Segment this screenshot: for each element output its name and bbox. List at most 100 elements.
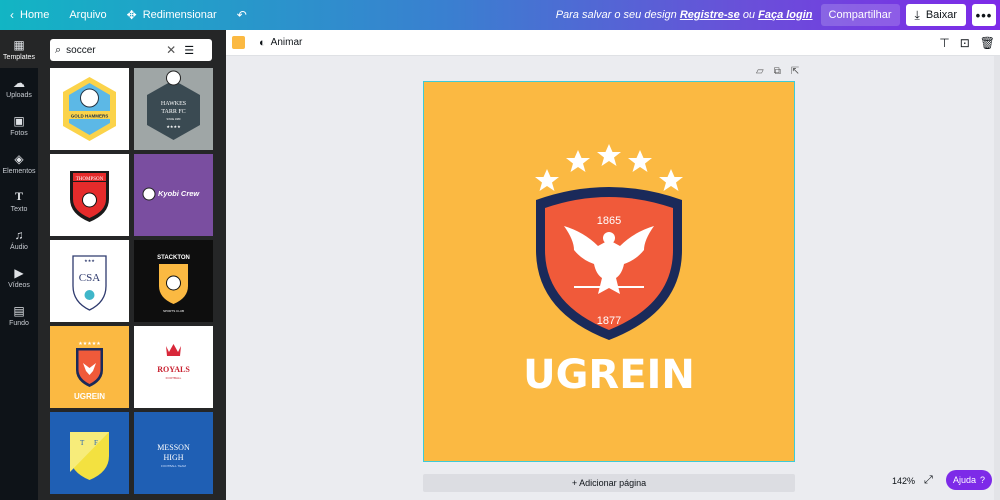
rail-label: Elementos bbox=[2, 167, 36, 175]
undo-button[interactable]: ↶ bbox=[227, 0, 263, 30]
template-card[interactable]: MESSON HIGH FOOTBALL TEAM bbox=[134, 412, 213, 494]
help-label: Ajuda bbox=[952, 475, 976, 485]
rail-item-videos[interactable]: ▶ Vídeos bbox=[0, 258, 38, 296]
animate-label: Animar bbox=[270, 37, 303, 48]
home-button[interactable]: ‹ Home bbox=[0, 0, 59, 30]
animate-icon: ◐ bbox=[259, 36, 266, 49]
template-stars: ★★★★★ bbox=[78, 341, 101, 347]
template-caption: SPORTS CLUB bbox=[163, 309, 184, 313]
template-card[interactable]: ★★★ CSA bbox=[50, 240, 129, 322]
template-thumbnail: STACKTON SPORTS CLUB bbox=[134, 240, 213, 322]
search-icon: ⌕ bbox=[55, 43, 62, 56]
login-link[interactable]: Faça login bbox=[758, 9, 812, 21]
rail-label: Vídeos bbox=[8, 281, 30, 289]
download-icon: ⤓ bbox=[914, 7, 920, 22]
top-bar: ‹ Home Arquivo ✥ Redimensionar ↶ Para sa… bbox=[0, 0, 1000, 30]
save-message-text: Para salvar o seu design bbox=[555, 9, 677, 21]
note-icon[interactable]: ▱ bbox=[756, 66, 764, 77]
file-menu-button[interactable]: Arquivo bbox=[59, 0, 116, 30]
download-button[interactable]: ⤓ Baixar bbox=[905, 4, 966, 26]
video-icon: ▶ bbox=[14, 265, 24, 280]
duplicate-page-icon[interactable]: ⧉ bbox=[774, 66, 781, 77]
lock-icon[interactable]: ⊡ bbox=[960, 36, 970, 50]
rail-item-text[interactable]: T Texto bbox=[0, 182, 38, 220]
question-icon: ? bbox=[980, 475, 986, 485]
rail-item-photos[interactable]: ▣ Fotos bbox=[0, 106, 38, 144]
template-card[interactable]: STACKTON SPORTS CLUB bbox=[134, 240, 213, 322]
add-page-icon[interactable]: ⇱ bbox=[791, 66, 799, 77]
home-label: Home bbox=[20, 9, 50, 21]
rail-label: Templates bbox=[3, 53, 35, 61]
template-initial: T bbox=[80, 439, 85, 447]
template-caption: FOOTBALL TEAM bbox=[161, 464, 186, 468]
search-input[interactable] bbox=[66, 44, 163, 56]
register-link[interactable]: Registre-se bbox=[680, 9, 740, 21]
elements-icon: ◈ bbox=[14, 151, 24, 166]
logo-design: 1865 1877 UGREIN bbox=[424, 82, 794, 461]
zoom-level[interactable]: 142% bbox=[892, 476, 915, 486]
page-tools: ▱ ⧉ ⇱ bbox=[746, 66, 799, 77]
rail-item-templates[interactable]: ▦ Templates bbox=[0, 30, 38, 68]
template-title: MESSON bbox=[157, 443, 190, 452]
template-thumbnail: ROYALS FOOTBALL bbox=[134, 326, 213, 408]
team-name: UGREIN bbox=[523, 352, 695, 398]
more-options-button[interactable]: ••• bbox=[972, 4, 996, 26]
template-stars: ★★★ bbox=[84, 258, 95, 263]
or-text: ou bbox=[742, 9, 756, 21]
rail-label: Texto bbox=[10, 206, 28, 213]
template-stars: ★★★★ bbox=[166, 124, 181, 129]
text-icon: T bbox=[14, 189, 23, 203]
template-title: HAWKES bbox=[161, 101, 186, 107]
side-rail: ▦ Templates ☁ Uploads ▣ Fotos ◈ Elemento… bbox=[0, 30, 38, 500]
resize-button[interactable]: ✥ Redimensionar bbox=[117, 0, 227, 30]
rail-item-audio[interactable]: ♫ Áudio bbox=[0, 220, 38, 258]
template-thumbnail: Kyobi Crew bbox=[134, 154, 213, 236]
add-page-button[interactable]: + Adicionar página bbox=[423, 474, 795, 492]
rail-item-background[interactable]: ▤ Fundo bbox=[0, 296, 38, 334]
animate-button[interactable]: ◐ Animar bbox=[259, 37, 302, 49]
upload-icon: ☁ bbox=[13, 75, 25, 90]
design-canvas[interactable]: 1865 1877 UGREIN bbox=[423, 81, 795, 462]
template-subtitle: HIGH bbox=[164, 453, 184, 462]
template-card[interactable]: THOMPSON bbox=[50, 154, 129, 236]
rail-label: Uploads bbox=[6, 91, 32, 99]
template-card[interactable]: ROYALS FOOTBALL bbox=[134, 326, 213, 408]
template-title: CSA bbox=[79, 272, 100, 284]
download-label: Baixar bbox=[925, 9, 957, 21]
rail-item-elements[interactable]: ◈ Elementos bbox=[0, 144, 38, 182]
pattern-icon: ▤ bbox=[13, 303, 25, 318]
template-title: ROYALS bbox=[157, 365, 190, 374]
vertical-scrollbar[interactable] bbox=[994, 56, 1000, 500]
share-button[interactable]: Compartilhar bbox=[820, 4, 900, 26]
template-thumbnail: ★★★ CSA bbox=[50, 240, 129, 322]
template-card[interactable]: GOLD HAMMERS bbox=[50, 68, 129, 150]
search-bar: ⌕ ✕ ☰ bbox=[50, 39, 212, 61]
template-initial: F bbox=[94, 439, 98, 447]
music-icon: ♫ bbox=[14, 227, 24, 242]
rail-item-uploads[interactable]: ☁ Uploads bbox=[0, 68, 38, 106]
template-card[interactable]: Kyobi Crew bbox=[134, 154, 213, 236]
rail-label: Áudio bbox=[10, 243, 28, 251]
template-card[interactable]: HAWKES TARR FC SINCE 1989 ★★★★ bbox=[134, 68, 213, 150]
editor-toolbar: ◐ Animar ⊤ ⊡ 🗑 bbox=[226, 30, 1000, 56]
photo-icon: ▣ bbox=[13, 113, 25, 128]
help-button[interactable]: Ajuda ? bbox=[946, 470, 992, 490]
template-caption: SINCE 1989 bbox=[167, 118, 182, 121]
rail-label: Fundo bbox=[9, 319, 29, 327]
fullscreen-icon[interactable]: ⤢ bbox=[924, 474, 933, 487]
template-card[interactable]: T F bbox=[50, 412, 129, 494]
template-card[interactable]: ★★★★★ UGREIN bbox=[50, 326, 129, 408]
templates-panel: ⌕ ✕ ☰ GOLD HAMMERS HAWKES TARR FC bbox=[38, 30, 226, 500]
trash-icon[interactable]: 🗑 bbox=[980, 36, 995, 50]
paint-roller-icon[interactable]: ⊤ bbox=[939, 36, 949, 50]
clear-search-icon[interactable]: ✕ bbox=[166, 43, 176, 57]
background-color-swatch[interactable] bbox=[232, 36, 245, 49]
toolbar-right-group: ⊤ ⊡ 🗑 bbox=[934, 36, 1000, 50]
template-title: STACKTON bbox=[157, 255, 190, 261]
filter-icon[interactable]: ☰ bbox=[184, 44, 194, 57]
template-title: THOMPSON bbox=[76, 177, 104, 182]
canvas-stage: ▱ ⧉ ⇱ 1865 1877 UGREIN + Adicionar págin… bbox=[226, 56, 1000, 500]
template-thumbnail: ★★★★★ UGREIN bbox=[50, 326, 129, 408]
undo-icon: ↶ bbox=[236, 8, 247, 22]
template-thumbnail: T F bbox=[50, 412, 129, 494]
